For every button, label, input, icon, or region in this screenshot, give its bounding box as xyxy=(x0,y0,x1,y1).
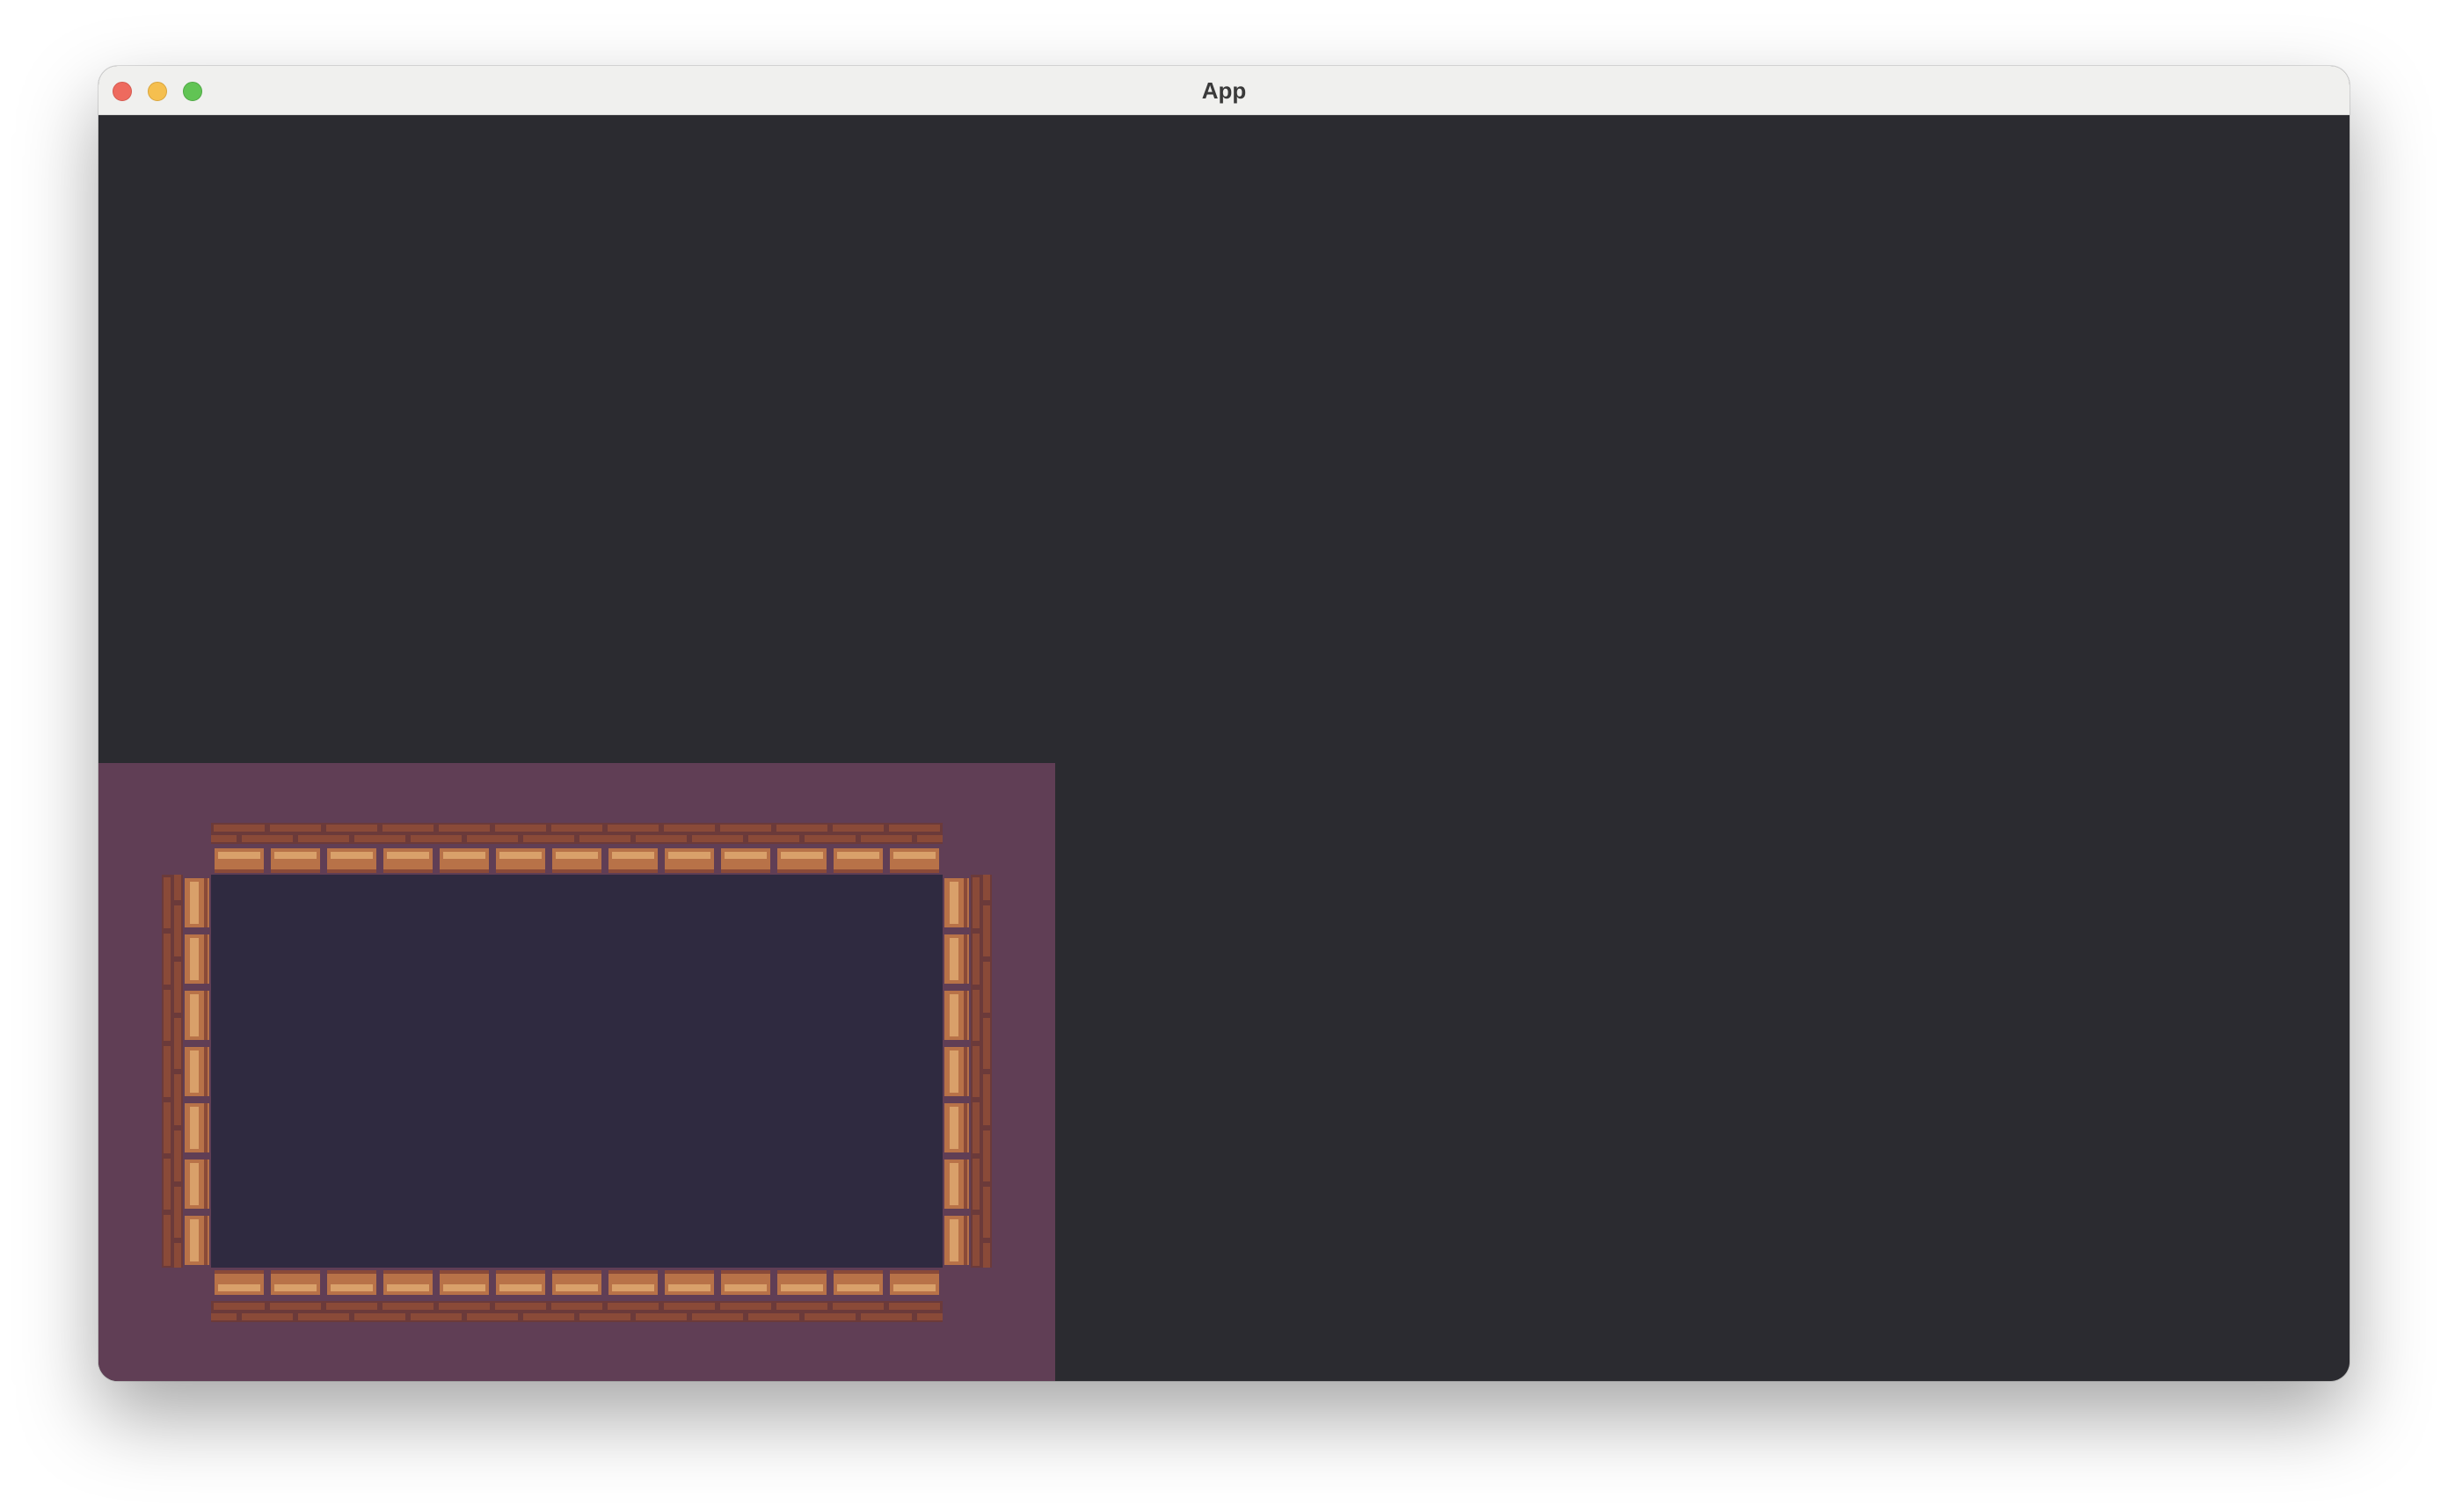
room-floor xyxy=(211,875,943,1268)
title-bar[interactable]: App xyxy=(98,66,2350,115)
app-window: App xyxy=(98,66,2350,1381)
game-room xyxy=(162,823,992,1322)
desktop: App xyxy=(0,0,2448,1512)
left-wall xyxy=(162,875,209,1268)
window-title: App xyxy=(1201,77,1247,104)
app-content xyxy=(98,115,2350,1381)
game-viewport[interactable] xyxy=(98,763,1055,1381)
bottom-wall xyxy=(211,1270,943,1322)
top-wall xyxy=(211,823,943,873)
right-wall xyxy=(944,875,992,1268)
